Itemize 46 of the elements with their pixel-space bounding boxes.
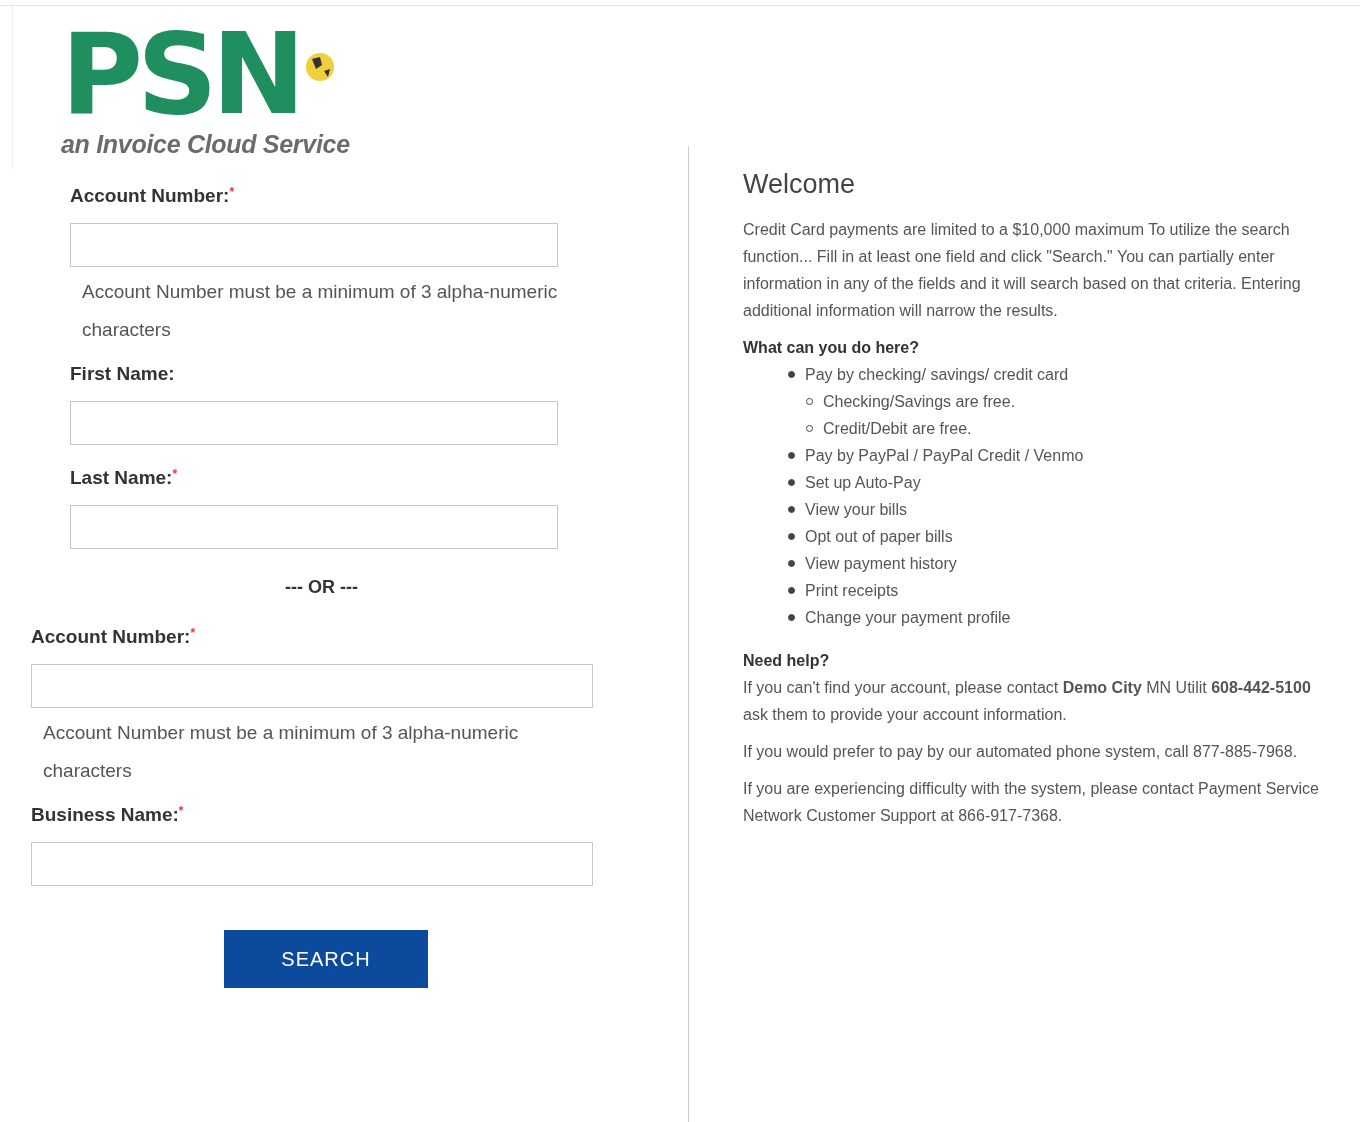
list-item: Checking/Savings are free. <box>823 392 1016 412</box>
bullet-icon <box>788 506 795 513</box>
welcome-title: Welcome <box>743 171 857 198</box>
field-label: Business Name:* <box>31 804 185 826</box>
input-field[interactable] <box>70 401 558 445</box>
field-label: First Name: <box>70 363 176 385</box>
search-button[interactable]: SEARCH <box>224 930 428 988</box>
input-field[interactable] <box>31 842 593 886</box>
bullet-icon <box>788 614 795 621</box>
list-item: Print receipts <box>805 581 899 601</box>
list-item: Credit/Debit are free. <box>823 419 972 439</box>
intro-paragraph: Credit Card payments are limited to a $10,000 maximum To utilize the search function... Fill in at least one field and click "Search." You can partially enter information in any of the fields and it will search based on that criteria. Entering additional information will narrow the results. <box>743 220 1302 321</box>
list-item: Change your payment profile <box>805 608 1011 628</box>
globe-icon <box>305 52 336 82</box>
bullet-icon <box>788 371 795 378</box>
required-mark: * <box>178 804 184 818</box>
bullet-icon <box>788 479 795 486</box>
list-item: View payment history <box>805 554 957 574</box>
help-paragraph: If you can't find your account, please contact Demo City MN Utilit 608-442-5100 ask them to provide your account information. <box>743 678 1312 725</box>
required-mark: * <box>190 626 196 640</box>
input-field[interactable] <box>31 664 593 708</box>
input-field[interactable] <box>70 505 558 549</box>
help-paragraph: If you would prefer to pay by our automated phone system, call 877-885-7968. <box>743 742 1299 762</box>
field-label: Account Number:* <box>70 185 236 207</box>
logo-tagline: an Invoice Cloud Service <box>61 130 351 159</box>
bullet-icon <box>788 587 795 594</box>
or-separator: --- OR --- <box>284 577 359 598</box>
field-label: Last Name:* <box>70 467 179 489</box>
bullet-icon <box>788 452 795 459</box>
list-item: Pay by PayPal / PayPal Credit / Venmo <box>805 446 1084 466</box>
field-label: Account Number:* <box>31 626 197 648</box>
section-heading: What can you do here? <box>743 338 920 358</box>
section-heading: Need help? <box>743 651 831 671</box>
list-item: Pay by checking/ savings/ credit card <box>805 365 1069 385</box>
bullet-icon <box>788 533 795 540</box>
input-field[interactable] <box>70 223 558 267</box>
list-item: View your bills <box>805 500 907 520</box>
required-mark: * <box>229 185 235 199</box>
bullet-icon <box>788 560 795 567</box>
list-item: Opt out of paper bills <box>805 527 953 547</box>
field-hint: Account Number must be a minimum of 3 alpha-numeric characters <box>42 721 520 783</box>
list-item: Set up Auto-Pay <box>805 473 921 493</box>
required-mark: * <box>172 467 178 481</box>
field-hint: Account Number must be a minimum of 3 alpha-numeric characters <box>81 280 559 342</box>
logo-wordmark: PSN <box>61 22 300 126</box>
help-paragraph: If you are experiencing difficulty with the system, please contact Payment Service Network Customer Support at 866-917-7368. <box>743 779 1320 826</box>
